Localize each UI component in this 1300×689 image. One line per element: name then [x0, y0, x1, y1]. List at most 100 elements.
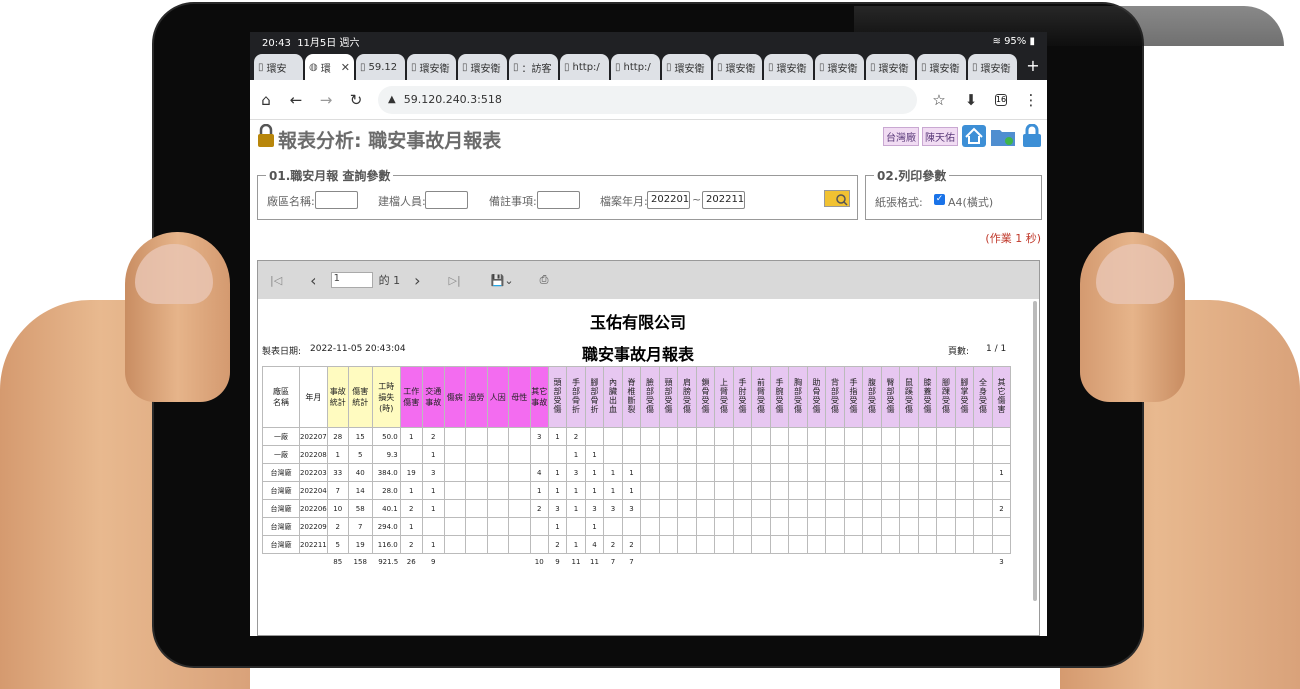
tab-label: 環安衛: [980, 63, 1011, 75]
factory-input[interactable]: [315, 191, 358, 209]
close-tab-icon[interactable]: ✕: [341, 61, 350, 74]
tab-label: http:/: [572, 61, 600, 73]
print-icon[interactable]: ⎙: [540, 273, 549, 287]
new-tab-button[interactable]: +: [1021, 56, 1045, 75]
report-column-header: 年月: [299, 366, 328, 428]
table-cell: [677, 427, 697, 446]
browser-tab[interactable]: ▯ 環安衛: [662, 54, 711, 80]
prev-page-icon[interactable]: ‹: [310, 271, 316, 290]
total-cell: [263, 554, 300, 570]
browser-tab[interactable]: ▯ 環安衛: [458, 54, 507, 80]
browser-tab[interactable]: ▯ http:/: [560, 54, 609, 80]
table-cell: [584, 427, 605, 446]
star-icon[interactable]: ☆: [931, 91, 947, 109]
save-icon[interactable]: 💾⌄: [491, 274, 514, 287]
right-thumb: [1080, 232, 1185, 402]
table-cell: [973, 427, 993, 446]
column-header-label: 人因: [489, 392, 506, 402]
report-column-header: 事故 統計: [326, 366, 349, 428]
table-cell: [547, 445, 568, 464]
column-header-label: 其它傷害: [996, 377, 1006, 414]
table-cell: [917, 463, 938, 482]
column-header-label: 年月: [305, 392, 322, 402]
logout-lock-icon[interactable]: [1019, 124, 1045, 148]
page-icon: ▯: [564, 61, 570, 73]
browser-tab[interactable]: ▯ ：訪客: [509, 54, 558, 80]
tab-count-button[interactable]: 16: [995, 93, 1007, 106]
browser-tab[interactable]: ▯ 環安: [254, 54, 303, 80]
total-cell: [733, 554, 752, 570]
total-cell: [881, 554, 900, 570]
table-cell: [936, 535, 956, 554]
home-icon[interactable]: ⌂: [258, 91, 274, 109]
creator-input[interactable]: [425, 191, 468, 209]
total-cell: 7: [629, 557, 634, 566]
table-cell: 202207: [299, 427, 328, 446]
column-header-label: 背部受傷: [830, 377, 840, 414]
table-cell: 2: [603, 535, 623, 554]
browser-tab[interactable]: ◍ 環 ✕: [305, 54, 354, 80]
table-cell: 58: [347, 499, 373, 518]
total-cell: [444, 554, 465, 570]
back-icon[interactable]: ←: [288, 91, 304, 109]
table-cell: 116.0: [371, 535, 401, 554]
table-cell: [464, 499, 488, 518]
table-cell: [640, 481, 660, 500]
report-column-header: 內臟出血: [603, 366, 623, 428]
browser-tab[interactable]: ▯ 環安衛: [917, 54, 966, 80]
browser-tab[interactable]: ▯ 環安衛: [407, 54, 456, 80]
column-header-label: 腳部骨折: [589, 377, 599, 414]
table-cell: [714, 517, 734, 536]
next-page-icon[interactable]: ›: [414, 271, 420, 290]
menu-icon[interactable]: ⋮: [1023, 91, 1039, 109]
paper-checkbox[interactable]: ✓: [934, 194, 945, 205]
table-cell: [899, 445, 919, 464]
period-label: 檔案年月:: [600, 195, 648, 208]
column-header-label: 腳掌受傷: [959, 377, 969, 414]
address-bar[interactable]: ▲ 59.120.240.3:518: [378, 85, 917, 114]
table-cell: [825, 499, 845, 518]
page-number-input[interactable]: 1: [330, 272, 373, 288]
period-to-input[interactable]: 202211: [702, 191, 745, 209]
download-icon[interactable]: ⬇: [963, 91, 979, 109]
paper-option-label: A4(橫式): [948, 196, 994, 209]
page-icon: ▯: [768, 61, 774, 73]
tab-label: 環安衛: [419, 63, 450, 75]
first-page-icon[interactable]: |◁: [270, 274, 282, 287]
note-input[interactable]: [537, 191, 580, 209]
folder-icon[interactable]: [990, 124, 1016, 148]
table-cell: 台灣廠: [262, 481, 300, 500]
status-bar: 20:43 11月5日 週六 ≋ 95% ▮: [250, 32, 1047, 50]
table-cell: 2: [399, 535, 423, 554]
viewer-scrollbar[interactable]: [1033, 301, 1037, 601]
forward-icon[interactable]: →: [318, 91, 334, 109]
total-cell: [678, 554, 697, 570]
report-column-header: 其它傷害: [991, 366, 1012, 428]
browser-tab[interactable]: ▯ 59.12: [356, 54, 405, 80]
page-icon: ▯: [360, 61, 366, 73]
total-cell: [918, 554, 937, 570]
page-icon: ▯: [411, 61, 417, 73]
table-cell: [936, 427, 956, 446]
total-cell: [752, 554, 771, 570]
column-header-label: 交通 事故: [425, 387, 442, 407]
browser-tab[interactable]: ▯ 環安衛: [866, 54, 915, 80]
totals-row: 85 158 921.5 26 9 10 9 11 11 7 7 3: [263, 554, 1011, 570]
home-button-icon[interactable]: [961, 124, 987, 148]
last-page-icon[interactable]: ▷|: [448, 274, 460, 287]
column-header-label: 過勞: [468, 392, 485, 402]
browser-tab[interactable]: ▯ 環安衛: [764, 54, 813, 80]
factory-label: 廠區名稱:: [267, 195, 315, 208]
search-button-icon[interactable]: [824, 190, 850, 207]
browser-tab[interactable]: ▯ 環安衛: [968, 54, 1017, 80]
table-cell: [640, 499, 660, 518]
browser-tab[interactable]: ▯ http:/: [611, 54, 660, 80]
reload-icon[interactable]: ↻: [348, 91, 364, 109]
browser-tab[interactable]: ▯ 環安衛: [713, 54, 762, 80]
browser-tab[interactable]: ▯ 環安衛: [815, 54, 864, 80]
period-from-input[interactable]: 202201: [647, 191, 690, 209]
table-cell: [991, 481, 1012, 500]
table-cell: 3: [584, 499, 605, 518]
table-cell: [603, 517, 623, 536]
column-header-label: 腳踝受傷: [941, 377, 951, 414]
